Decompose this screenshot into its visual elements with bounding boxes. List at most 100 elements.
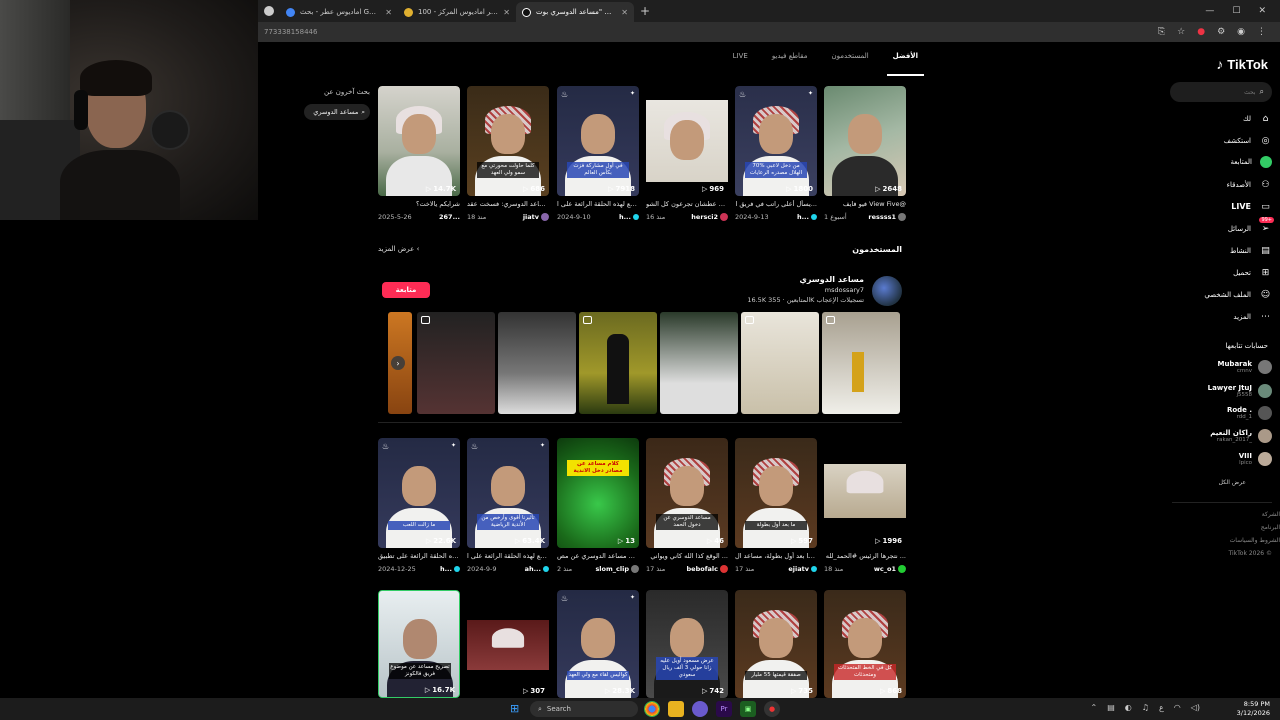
following-account[interactable]: Mubarak cmnv xyxy=(1217,360,1272,374)
sidebar-item-more[interactable]: المزيد ⋯ xyxy=(1233,310,1272,323)
video-card[interactable]: ♨ ✦ ما زالت اللعب ▷22.6K استمع لهذه الحلق… xyxy=(378,438,460,573)
video-card[interactable]: كلما حاولت محورتي مع سمو ولي العهد ▷ 686 … xyxy=(467,86,549,221)
extension-record-icon[interactable]: ● xyxy=(1197,27,1205,37)
sidebar-item-activity[interactable]: النشاط ▤ xyxy=(1230,244,1272,257)
following-account[interactable]: راكان النعيم rakan_2017_ xyxy=(1210,429,1272,443)
tab-top[interactable]: الأفضل xyxy=(886,52,925,76)
browser-tab[interactable]: اشتري عطر اماديوس المركز - 100 ✕ xyxy=(398,2,516,22)
search-input[interactable]: بحث ⌕ xyxy=(1170,82,1272,102)
following-account[interactable]: Lawyer JtuJ j5558 xyxy=(1208,384,1272,398)
video-author[interactable]: ejiatv xyxy=(788,565,817,573)
premiere-app-icon[interactable]: Pr xyxy=(716,701,732,717)
user-video-thumb[interactable] xyxy=(660,312,738,414)
sidebar-item-upload[interactable]: تحميل ⊞ xyxy=(1233,266,1272,279)
browser-tab[interactable]: اماديوس عطر - بحث Google ✕ xyxy=(280,2,398,22)
close-icon[interactable]: ✕ xyxy=(503,8,510,17)
browser-tab-active[interactable]: اعثر على "مساعد الدوسري بوت" ✕ xyxy=(516,2,634,22)
footer-link[interactable]: الشركة xyxy=(1229,508,1280,521)
video-card[interactable]: ♨ ✦ تأثيرنا أقوى وأرخص من الأندية الرياضي… xyxy=(467,438,549,573)
video-card[interactable]: تصريح مساعد عن موضوع فريق فالكونز ▷ 16.7K xyxy=(378,590,460,698)
user-video-thumb[interactable] xyxy=(741,312,819,414)
bookmark-star-icon[interactable]: ☆ xyxy=(1177,27,1185,37)
video-card[interactable]: عرض مسعود أويل عليه زانا حولي 3 آلف ريال… xyxy=(646,590,728,698)
video-author[interactable]: bebofalc xyxy=(687,565,728,573)
browser-menu-icon[interactable] xyxy=(264,6,274,16)
video-card[interactable]: صفقة قيمتها 55 مليار ▷ 735 xyxy=(735,590,817,698)
sidebar-item-following[interactable]: المتابعة xyxy=(1231,156,1272,168)
tiktok-logo[interactable]: ♪ TikTok xyxy=(1216,56,1268,72)
discord-app-icon[interactable] xyxy=(692,701,708,717)
microphone-icon[interactable]: ♫ xyxy=(1142,703,1149,712)
follow-button[interactable]: متابعة xyxy=(382,282,430,298)
language-indicator[interactable]: ع xyxy=(1159,703,1164,712)
volume-icon[interactable]: ◁) xyxy=(1191,703,1200,712)
menu-dots-icon[interactable]: ⋮ xyxy=(1257,27,1266,37)
new-tab-button[interactable]: + xyxy=(640,4,650,18)
sidebar-item-profile[interactable]: الملف الشخصي ☺ xyxy=(1204,288,1272,301)
video-card[interactable]: ▷ 2648 فيو فايف View Five@ ressss1 أسبوع 1 xyxy=(824,86,906,221)
user-name[interactable]: مساعد الدوسري xyxy=(800,275,864,284)
maximize-icon[interactable]: ☐ xyxy=(1232,6,1240,16)
following-account[interactable]: VIII lpico xyxy=(1239,452,1272,466)
windows-start-icon[interactable]: ⊞ xyxy=(510,702,524,716)
see-all-link[interactable]: عرض الكل xyxy=(1219,479,1246,486)
close-window-icon[interactable]: ✕ xyxy=(1258,6,1266,16)
video-author[interactable]: hersci2 xyxy=(691,213,728,221)
user-video-thumb[interactable] xyxy=(417,312,495,414)
video-author[interactable]: ah... xyxy=(525,565,549,573)
video-card[interactable]: ♨ ✦ 70% من دخل لاعبي الهلال مصدره الرعايا… xyxy=(735,86,817,221)
sidebar-item-friends[interactable]: الأصدقاء ⚇ xyxy=(1227,178,1272,191)
sidebar-item-foryou[interactable]: لك ⌂ xyxy=(1243,112,1272,125)
search-icon[interactable]: ⌕ xyxy=(1260,87,1264,97)
user-video-thumb[interactable] xyxy=(579,312,657,414)
following-account[interactable]: Rode . rdd_1 xyxy=(1227,406,1272,420)
chevron-right-icon[interactable]: › xyxy=(391,356,405,370)
video-author[interactable]: jiatv xyxy=(523,213,549,221)
recorder-app-icon[interactable]: ● xyxy=(764,701,780,717)
sidebar-item-live[interactable]: LIVE ▭ xyxy=(1231,200,1272,213)
user-video-thumb[interactable] xyxy=(498,312,576,414)
file-explorer-icon[interactable] xyxy=(668,701,684,717)
video-card[interactable]: ▷969 غرلو عطشان تجرعون كل الشو... hersci… xyxy=(646,86,728,221)
video-author[interactable]: h... xyxy=(619,213,639,221)
avatar[interactable] xyxy=(872,276,902,306)
tab-live[interactable]: LIVE xyxy=(733,52,748,76)
video-card[interactable]: ▷ 14.7K شرايكم يالاخت؟ 267... 2025-5-26 xyxy=(378,86,460,221)
video-card[interactable]: ▷ 307 xyxy=(467,590,549,698)
suggested-search-chip[interactable]: مساعد الدوسري ⌕ xyxy=(304,104,370,120)
terminal-app-icon[interactable]: ▣ xyxy=(740,701,756,717)
video-author[interactable]: ressss1 xyxy=(868,213,906,221)
see-more-link[interactable]: عرض المزيد ‹ xyxy=(378,245,419,254)
tray-app-icon[interactable]: ▤ xyxy=(1107,703,1115,712)
video-author[interactable]: h... xyxy=(797,213,817,221)
sidebar-item-messages[interactable]: الرسائل ➢ 99+ xyxy=(1228,217,1274,235)
video-author[interactable]: 267... xyxy=(439,213,460,221)
user-video-thumb[interactable] xyxy=(822,312,900,414)
wifi-icon[interactable]: ◠ xyxy=(1174,703,1181,712)
cast-icon[interactable]: ⎘ xyxy=(1158,27,1165,37)
video-card[interactable]: كلام مساعد عن مصادر دخل الاندية ▷ 13 كلام… xyxy=(557,438,639,573)
chevron-up-icon[interactable]: ⌃ xyxy=(1091,703,1098,712)
video-author[interactable]: wc_o1 xyxy=(874,565,906,573)
video-card[interactable]: ما بعد أول بطولة ▷ 597 ما بعد أول بطولة، … xyxy=(735,438,817,573)
tab-videos[interactable]: مقاطع فيديو xyxy=(772,52,808,76)
video-card[interactable]: ▷ 1996 نتجرها الرئيس #الحمد_لله ... wc_o1… xyxy=(824,438,906,573)
url-text[interactable]: 773338158446 xyxy=(264,28,317,36)
video-card[interactable]: ♨ ✦ في أول مشاركة فزت بكأس العالم ▷7918 ا… xyxy=(557,86,639,221)
footer-link[interactable]: البرنامج xyxy=(1229,521,1280,534)
close-icon[interactable]: ✕ xyxy=(385,8,392,17)
profile-icon[interactable]: ◉ xyxy=(1237,27,1245,37)
footer-link[interactable]: الشروط والسياسات xyxy=(1229,534,1280,547)
minimize-icon[interactable]: — xyxy=(1205,6,1214,16)
video-card[interactable]: مساعد الدوسري عن دخول الحمد ▷ 46 الوقع كذ… xyxy=(646,438,728,573)
taskbar-clock[interactable]: 8:59 PM 3/12/2026 xyxy=(1237,700,1270,718)
close-icon[interactable]: ✕ xyxy=(621,8,628,17)
video-card[interactable]: كل في الخط المتحدثات ومتحدثات ▷ 868 xyxy=(824,590,906,698)
sidebar-item-explore[interactable]: استكشف ◎ xyxy=(1224,134,1272,147)
extensions-icon[interactable]: ⚙ xyxy=(1217,27,1225,37)
tray-app-icon[interactable]: ◐ xyxy=(1125,703,1132,712)
tab-users[interactable]: المستخدمون xyxy=(831,52,868,76)
user-result-card[interactable]: مساعد الدوسري msdossary7 16.5K المتابعين… xyxy=(378,272,902,312)
video-author[interactable]: slom_clip xyxy=(595,565,639,573)
chrome-app-icon[interactable] xyxy=(644,701,660,717)
